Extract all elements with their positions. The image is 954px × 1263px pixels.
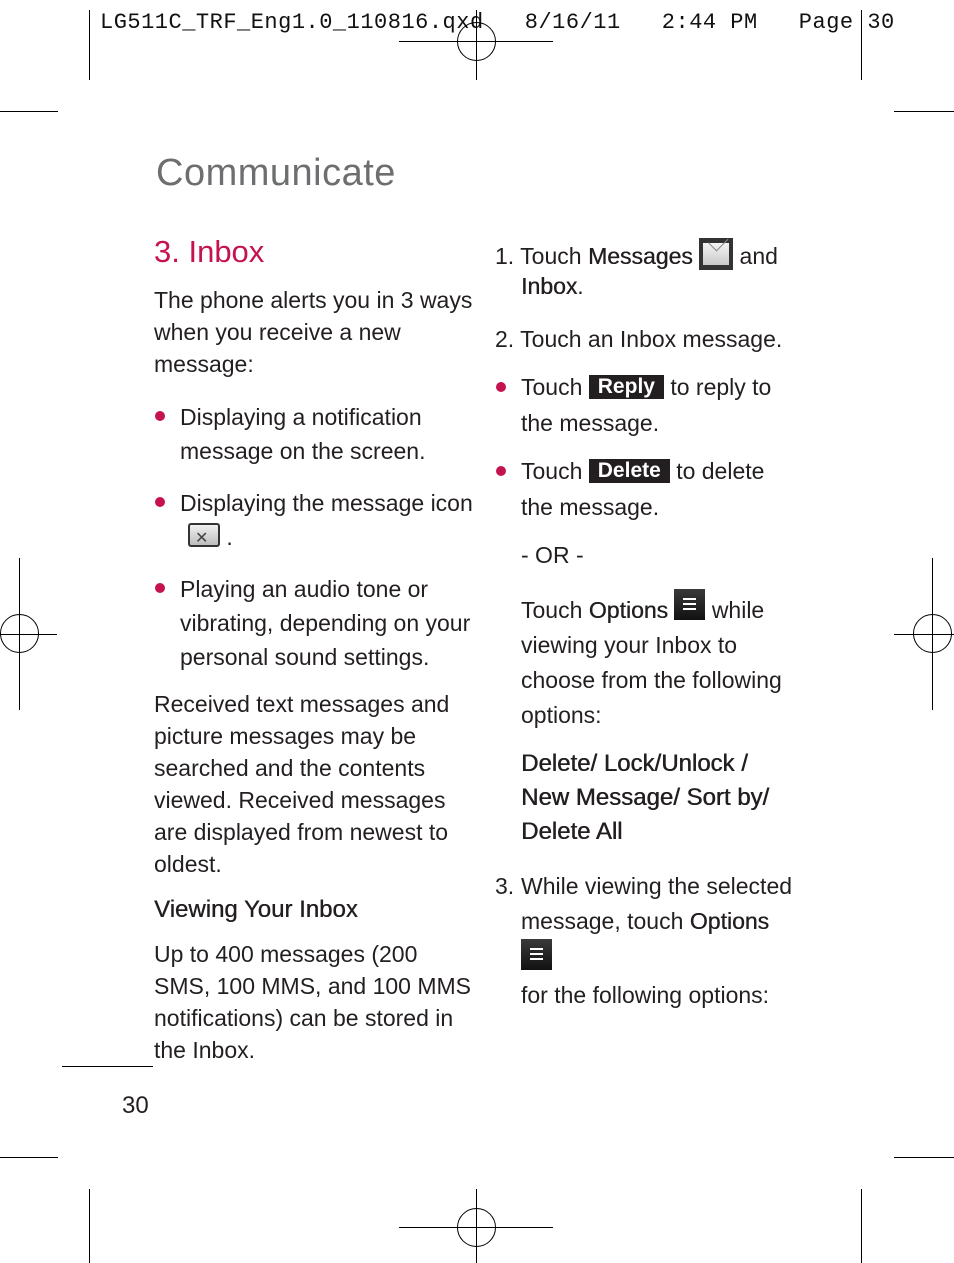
options-menu-icon[interactable] xyxy=(674,589,706,620)
body-paragraph: Received text messages and picture messa… xyxy=(154,691,450,877)
step-1: 1. Touch Messages and Inbox. xyxy=(495,238,795,301)
page-heading: 3. Inbox xyxy=(154,234,265,269)
crop-mark xyxy=(894,111,954,112)
delete-bullet: Touch Delete to delete the message. xyxy=(495,453,795,525)
bullet-dot xyxy=(155,497,165,507)
section-title: Communicate xyxy=(156,152,396,194)
intro-text: The phone alerts you in 3 ways when you … xyxy=(154,287,473,377)
bullet-item: Displaying a notification message on the… xyxy=(154,400,474,468)
option-list: Delete/ Lock/Unlock / New Message/ Sort … xyxy=(521,750,770,845)
bullet-item: Displaying the message icon . xyxy=(154,486,474,556)
reply-bullet: Touch Reply to reply to the message. xyxy=(495,369,795,441)
crop-mark xyxy=(894,1157,954,1158)
options-instruction: Touch Options while viewing your Inbox t… xyxy=(521,589,795,733)
crop-mark xyxy=(861,10,862,80)
messages-icon[interactable] xyxy=(699,238,734,270)
crop-mark xyxy=(89,1189,90,1263)
reply-button[interactable]: Reply xyxy=(588,375,664,399)
registration-circle xyxy=(0,614,39,653)
step-3: 3. While viewing the selected message, t… xyxy=(495,873,793,1008)
page-number: 30 xyxy=(122,1092,149,1119)
bullet-dot xyxy=(496,466,506,476)
bullet-item: Playing an audio tone or vibrating, depe… xyxy=(154,572,474,674)
crop-mark xyxy=(89,10,90,80)
step-2: 2. Touch an Inbox message. xyxy=(495,326,783,352)
footer-rule xyxy=(62,1066,153,1067)
message-icon xyxy=(188,522,220,556)
crop-mark xyxy=(0,1157,58,1158)
bullet-dot xyxy=(155,411,165,421)
left-column: The phone alerts you in 3 ways when you … xyxy=(154,284,474,1066)
crop-mark xyxy=(0,111,58,112)
crop-mark xyxy=(861,1189,862,1263)
registration-circle xyxy=(457,1208,496,1247)
capacity-text: Up to 400 messages (200 SMS, 100 MMS, an… xyxy=(154,941,472,1063)
slug-line: LG511C_TRF_Eng1.0_110816.qxd 8/16/11 2:4… xyxy=(100,10,895,35)
bullet-dot xyxy=(155,583,165,593)
right-column: 1. Touch Messages and Inbox. 2. Touch an… xyxy=(495,238,795,1013)
or-separator: - OR - xyxy=(521,542,584,568)
subheading: Viewing Your Inbox xyxy=(154,896,358,923)
delete-button[interactable]: Delete xyxy=(588,459,670,483)
options-menu-icon[interactable] xyxy=(521,939,552,970)
registration-circle xyxy=(457,22,496,61)
registration-circle xyxy=(913,614,952,653)
bullet-dot xyxy=(496,382,506,392)
